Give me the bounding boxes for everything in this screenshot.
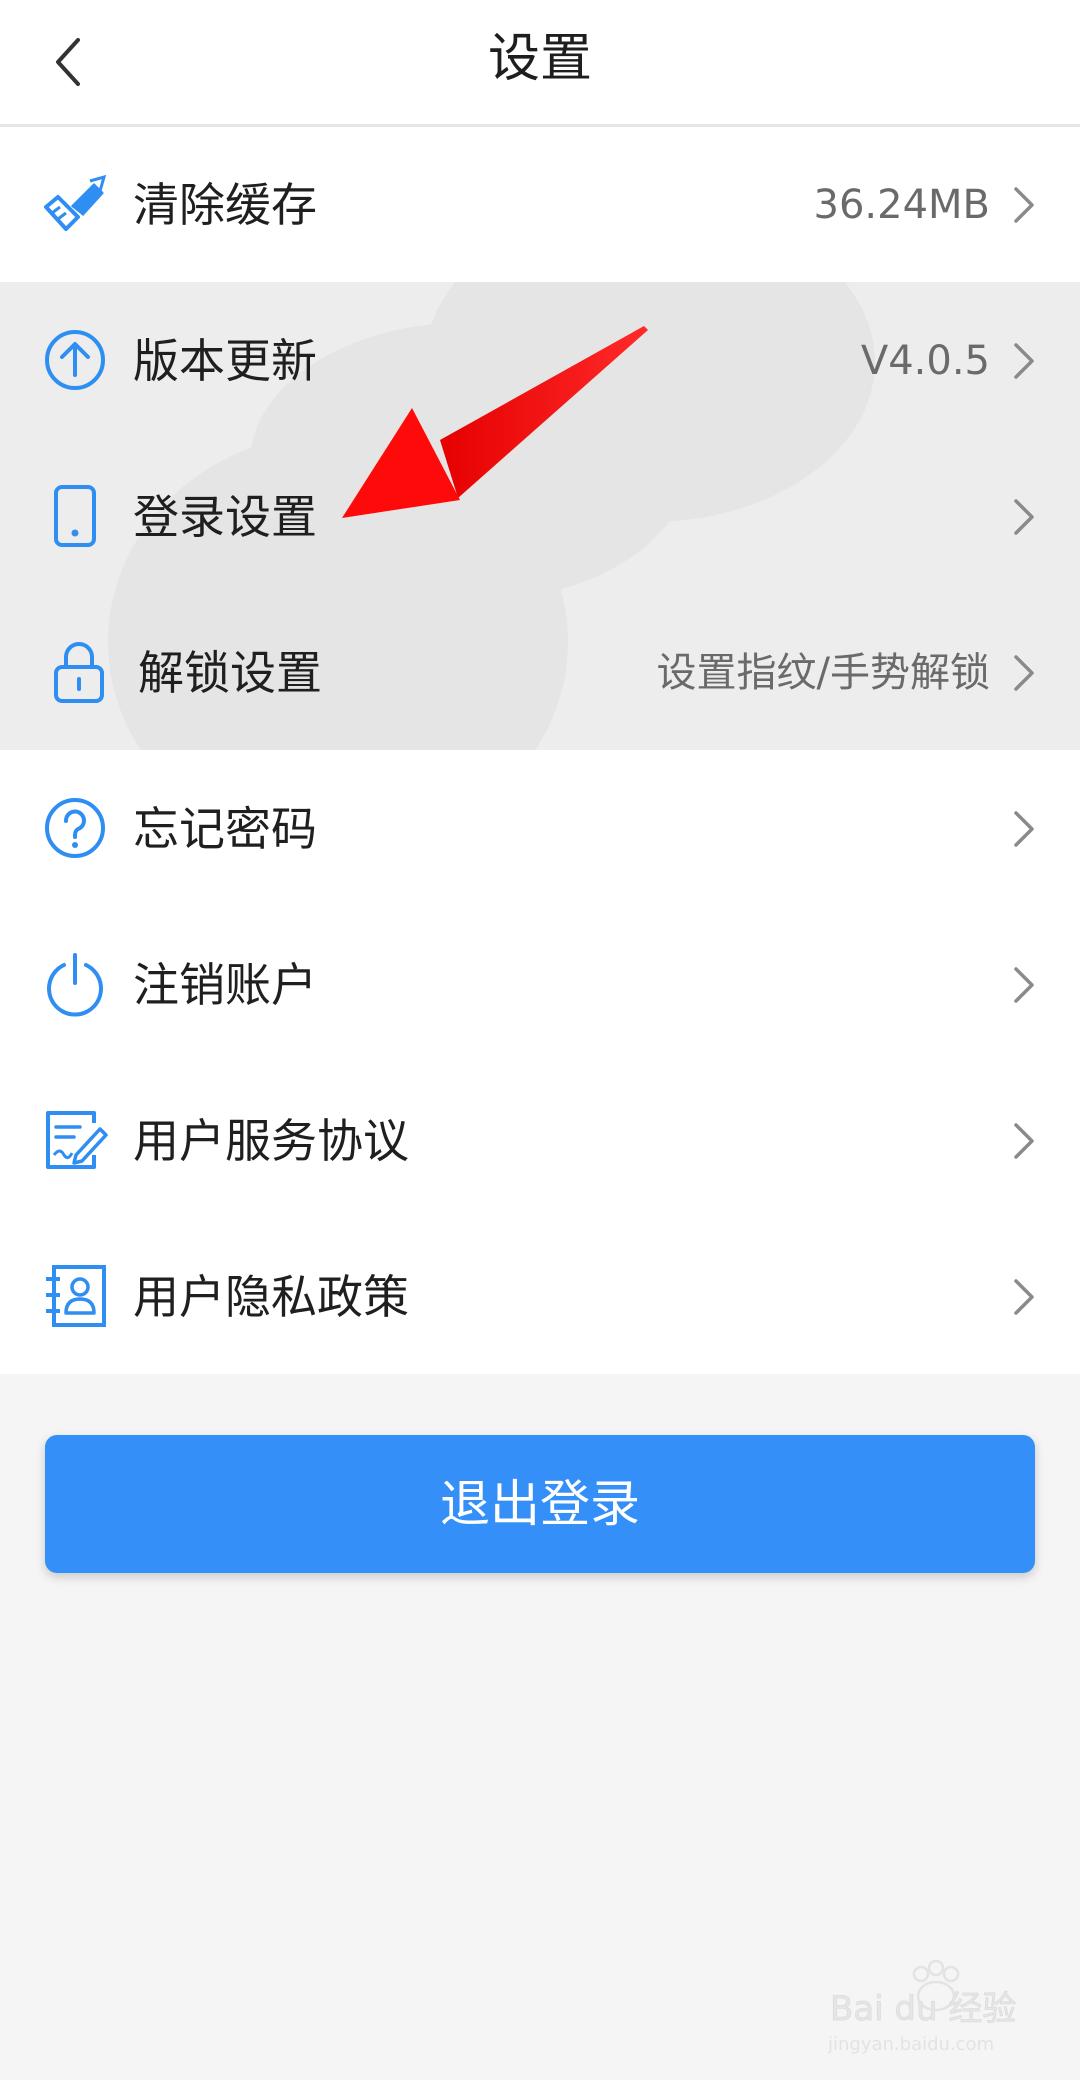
upload-circle-icon xyxy=(42,327,108,393)
chevron-right-icon xyxy=(1014,1279,1034,1315)
chevron-right-icon xyxy=(1014,967,1034,1003)
settings-item-label: 解锁设置 xyxy=(138,646,322,700)
settings-item-label: 用户隐私政策 xyxy=(133,1270,409,1324)
page-title: 设置 xyxy=(487,29,592,89)
baidu-watermark: Bai du 经验 jingyan.baidu.com xyxy=(826,1959,1040,2060)
cache-size-value: 36.24MB xyxy=(813,182,990,228)
settings-item-unlock-settings[interactable]: 解锁设置 设置指纹/手势解锁 xyxy=(0,595,1080,751)
watermark-brand: Bai du 经验 xyxy=(830,1989,1016,2029)
watermark-url: jingyan.baidu.com xyxy=(827,2034,994,2055)
brush-icon xyxy=(42,171,108,237)
logout-button[interactable]: 退出登录 xyxy=(45,1435,1035,1573)
power-icon xyxy=(42,951,108,1017)
user-card-icon xyxy=(42,1263,108,1329)
settings-item-label: 注销账户 xyxy=(133,958,317,1012)
annotation-arrow-icon xyxy=(342,326,648,518)
settings-item-label: 忘记密码 xyxy=(133,802,317,856)
settings-list: 清除缓存 36.24MB 版本更新 V4.0.5 登录设置 解锁设置 设置指纹/… xyxy=(0,127,1080,1374)
question-circle-icon xyxy=(42,795,108,861)
chevron-right-icon xyxy=(1014,811,1034,847)
settings-item-label: 版本更新 xyxy=(133,334,317,388)
settings-item-deactivate-account[interactable]: 注销账户 xyxy=(0,907,1080,1063)
settings-item-forgot-password[interactable]: 忘记密码 xyxy=(0,751,1080,907)
top-bar: 设置 xyxy=(0,0,1080,127)
chevron-right-icon xyxy=(1014,499,1034,535)
settings-item-label: 清除缓存 xyxy=(133,178,317,232)
settings-item-clear-cache[interactable]: 清除缓存 36.24MB xyxy=(0,127,1080,283)
chevron-right-icon xyxy=(1014,655,1034,691)
chevron-right-icon xyxy=(1014,187,1034,223)
settings-item-label: 用户服务协议 xyxy=(133,1114,409,1168)
chevron-right-icon xyxy=(1014,1123,1034,1159)
unlock-method-value: 设置指纹/手势解锁 xyxy=(656,650,990,696)
phone-icon xyxy=(42,483,108,549)
settings-item-privacy-policy[interactable]: 用户隐私政策 xyxy=(0,1219,1080,1374)
chevron-right-icon xyxy=(1014,343,1034,379)
version-value: V4.0.5 xyxy=(860,338,990,384)
document-sign-icon xyxy=(42,1107,108,1173)
settings-item-label: 登录设置 xyxy=(133,490,317,544)
lock-icon xyxy=(46,639,112,705)
settings-item-user-agreement[interactable]: 用户服务协议 xyxy=(0,1063,1080,1219)
